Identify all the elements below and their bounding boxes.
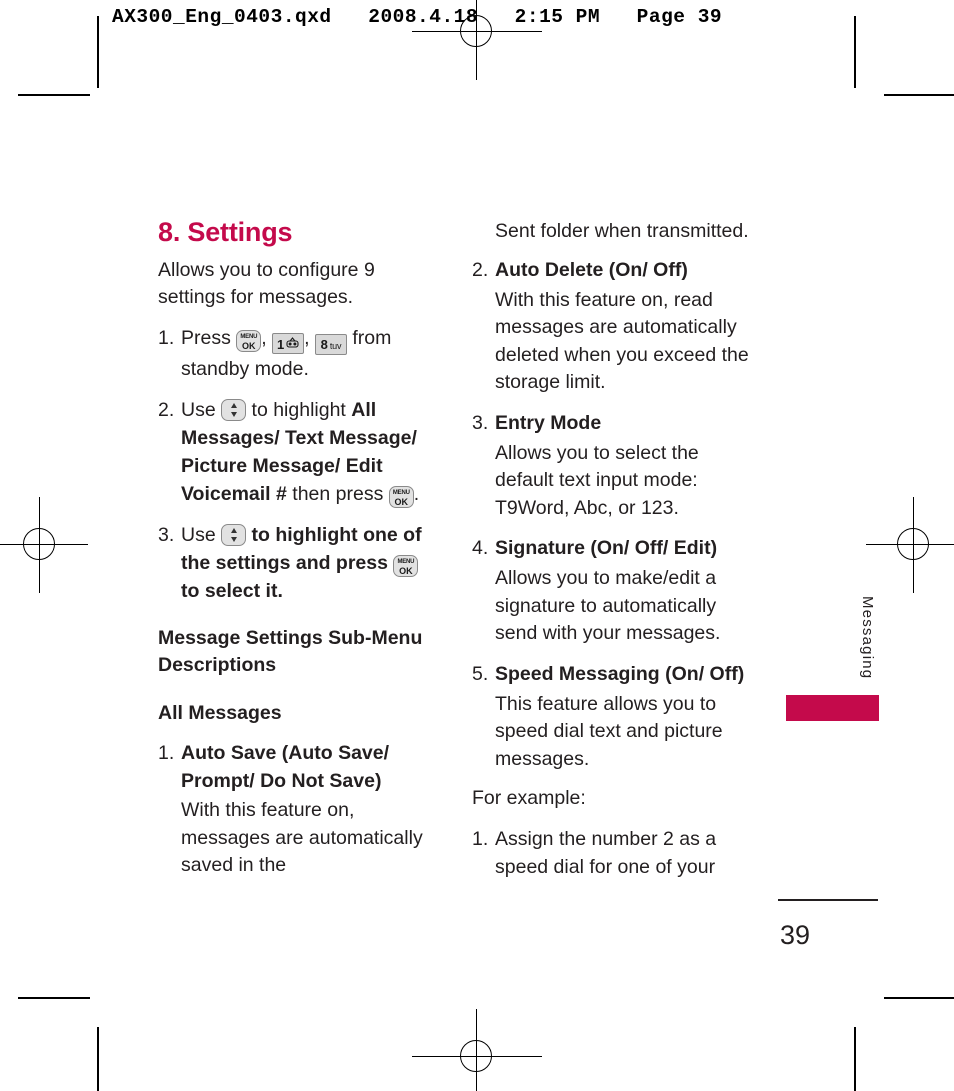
crop-mark-top-left-v	[97, 16, 99, 88]
step-3-text-before: Use	[181, 523, 216, 546]
example-step-1-text: Assign the number 2 as a speed dial for …	[495, 827, 717, 878]
step-2-period: .	[413, 482, 420, 505]
intro-paragraph: Allows you to configure 9 settings for m…	[158, 258, 375, 309]
menu-ok-key-line2: OK	[242, 340, 256, 351]
setting-item-4-title: Signature (On/ Off/ Edit)	[495, 537, 718, 559]
setting-item-1-number: 1.	[158, 742, 175, 765]
setting-item-2-body: With this feature on, read messages are …	[495, 288, 749, 394]
setting-item-4-number: 4.	[472, 537, 489, 559]
setting-item-2-title: Auto Delete (On/ Off)	[495, 258, 688, 281]
menu-ok-key-icon: MENU OK	[393, 554, 419, 577]
manual-page: AX300_Eng_0403.qxd 2008.4.18 2:15 PM Pag…	[0, 0, 954, 1091]
example-step-1-number: 1.	[472, 827, 489, 850]
setting-item-5-title: Speed Messaging (On/ Off)	[495, 662, 745, 685]
navigation-key-icon	[221, 398, 247, 421]
setting-item-2-number: 2.	[472, 258, 489, 281]
registration-mark-top	[412, 0, 542, 80]
setting-item-2-heading: 2. Auto Delete (On/ Off)	[472, 256, 762, 284]
setting-item-1-body: With this feature on, messages are autom…	[181, 799, 423, 877]
setting-item-3-heading: 3. Entry Mode	[472, 409, 762, 437]
crop-mark-bottom-right-h	[884, 997, 954, 999]
step-2-text-mid: to highlight	[251, 398, 346, 421]
setting-item-5-number: 5.	[472, 662, 489, 685]
subhead-sub-menu-descriptions: Message Settings Sub-Menu Descriptions	[158, 626, 423, 677]
setting-item-5-heading: 5. Speed Messaging (On/ Off)	[472, 660, 762, 688]
setting-item-3-body: Allows you to select the default text in…	[495, 441, 699, 519]
step-2-text-after: then press	[292, 482, 384, 505]
menu-ok-key-line1: MENU	[240, 333, 258, 340]
continuation-paragraph: Sent folder when transmitted.	[495, 220, 749, 242]
crop-mark-bottom-left-h	[18, 997, 90, 999]
key-1-voicemail-icon: 1	[272, 332, 305, 354]
key-8-digit: 8	[320, 336, 328, 352]
key-8-tuv-icon: 8 tuv	[314, 333, 347, 355]
setting-item-3-title: Entry Mode	[495, 411, 602, 434]
step-1-comma-1: ,	[261, 326, 267, 349]
step-3: 3. Use to highlight one of the settings …	[158, 521, 440, 605]
setting-item-1-heading: 1. Auto Save (Auto Save/ Prompt/ Do Not …	[158, 739, 440, 795]
subhead-all-messages: All Messages	[158, 701, 282, 724]
example-label: For example:	[472, 787, 586, 809]
key-1-digit: 1	[277, 336, 285, 352]
voicemail-glyph-icon	[286, 334, 299, 348]
side-tab-label: Messaging	[859, 596, 876, 680]
crop-mark-top-right-h	[884, 94, 954, 96]
crop-mark-top-right-v	[854, 16, 856, 88]
step-1-comma-2: ,	[304, 326, 310, 349]
menu-ok-key-line1: MENU	[392, 489, 410, 496]
step-1-number: 1.	[158, 326, 175, 349]
registration-mark-right	[866, 497, 954, 593]
setting-item-3-number: 3.	[472, 411, 489, 434]
step-2: 2. Use to highlight All Messages/ Text M…	[158, 396, 440, 508]
menu-ok-key-line1: MENU	[397, 558, 415, 565]
step-3-text-after: to select it.	[181, 579, 283, 602]
page-number: 39	[780, 920, 811, 950]
step-1-text-before: Press	[181, 326, 231, 349]
step-1: 1. Press MENU OK , 1 , 8 tuv from standby…	[158, 324, 440, 383]
registration-mark-bottom	[412, 1009, 542, 1091]
step-3-number: 3.	[158, 523, 175, 546]
navigation-key-icon	[221, 523, 247, 546]
crop-mark-top-left-h	[18, 94, 90, 96]
example-step-1: 1. Assign the number 2 as a speed dial f…	[472, 825, 762, 881]
menu-ok-key-icon: MENU OK	[236, 329, 262, 352]
registration-mark-left	[0, 497, 88, 593]
page-title: 8. Settings	[158, 217, 293, 247]
step-2-number: 2.	[158, 398, 175, 421]
left-column: 8. Settings Allows you to configure 9 se…	[158, 217, 440, 892]
setting-item-4-body: Allows you to make/edit a signature to a…	[495, 567, 721, 644]
print-slug: AX300_Eng_0403.qxd 2008.4.18 2:15 PM Pag…	[112, 6, 723, 28]
folio-rule	[778, 899, 878, 901]
right-column: Sent folder when transmitted. 2. Auto De…	[472, 218, 762, 894]
menu-ok-key-line2: OK	[394, 496, 409, 507]
crop-mark-bottom-right-v	[854, 1027, 856, 1091]
menu-ok-key-icon: MENU OK	[388, 485, 414, 508]
menu-ok-key-line2: OK	[399, 565, 413, 576]
key-8-letters: tuv	[329, 340, 342, 351]
step-2-text-before: Use	[181, 398, 216, 421]
setting-item-1-title: Auto Save (Auto Save/ Prompt/ Do Not Sav…	[181, 742, 390, 793]
step-3-text-mid: to highlight one of the settings and pre…	[181, 523, 422, 574]
setting-item-5-body: This feature allows you to speed dial te…	[495, 692, 723, 770]
setting-item-4-heading: 4. Signature (On/ Off/ Edit)	[472, 534, 762, 562]
side-tab-color-block	[786, 695, 879, 721]
crop-mark-bottom-left-v	[97, 1027, 99, 1091]
